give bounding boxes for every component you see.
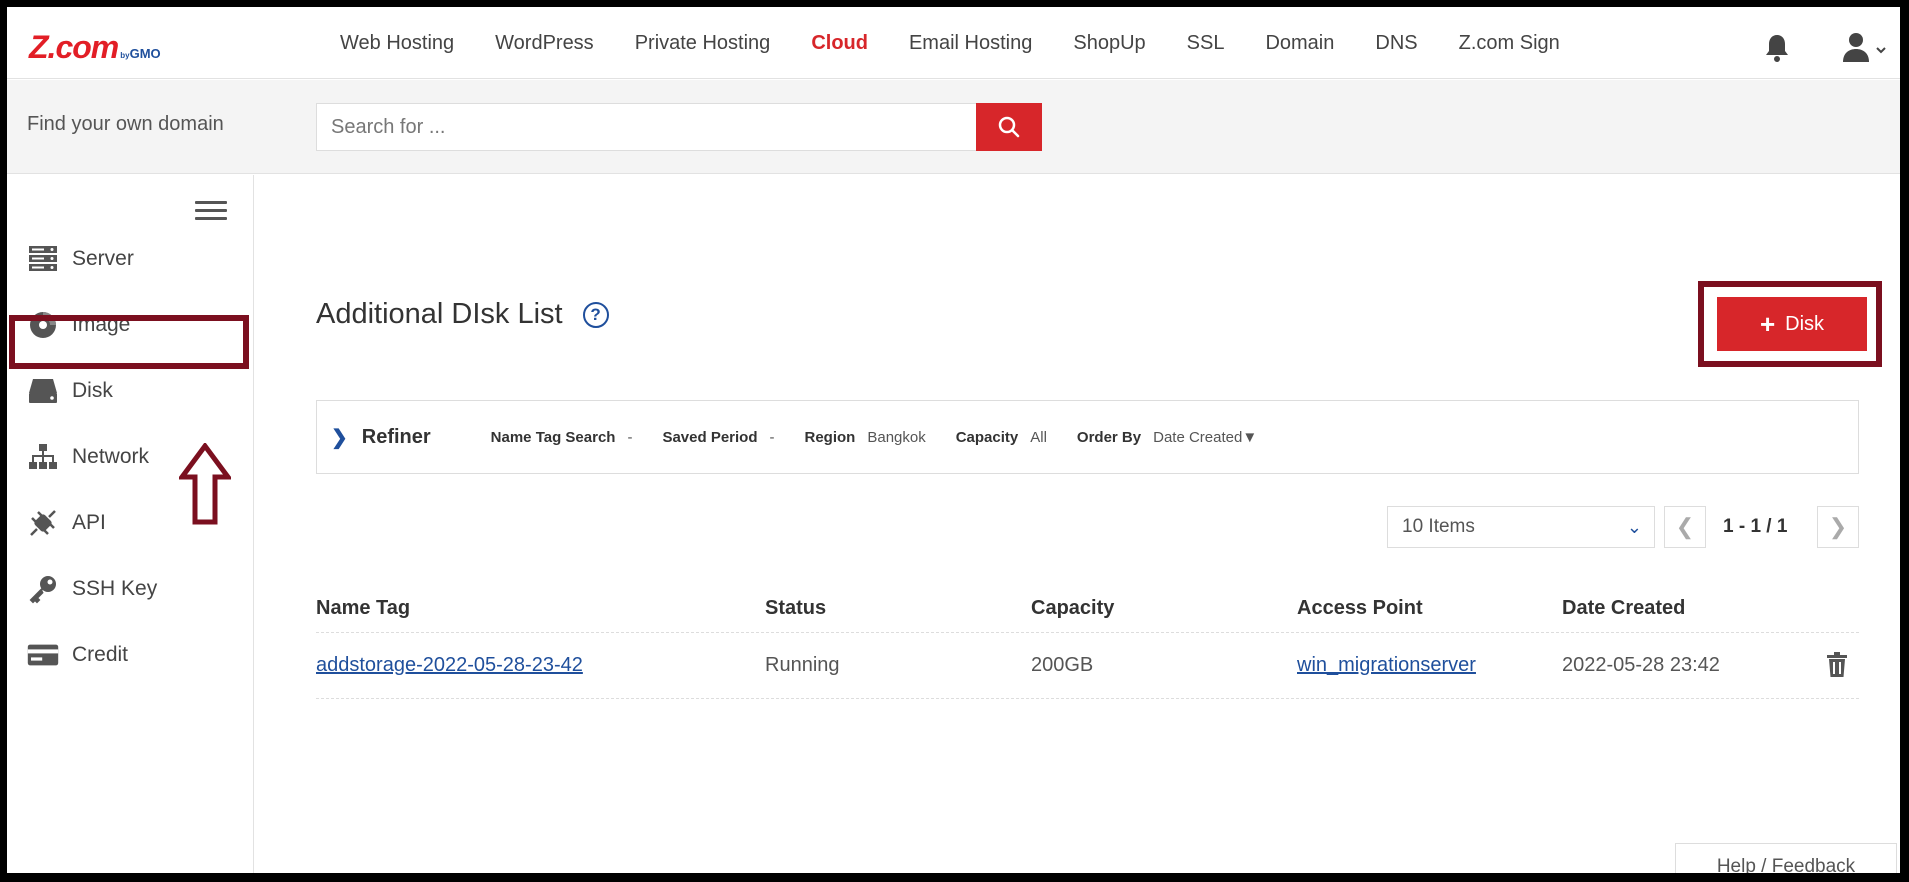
column-header: Name Tag [316,597,411,619]
sidebar-item-server[interactable]: Server [27,237,247,281]
disk-icon [27,376,59,406]
sidebar-item-label: Disk [72,379,113,402]
refiner-title: Refiner [361,425,431,448]
up-arrow-annotation-icon [179,443,231,525]
main-content: Additional DIsk List ? + Disk ❯ Refiner … [255,175,1900,873]
server-icon [27,244,59,274]
filter-value: Bangkok [867,428,926,446]
main-nav: Web Hosting WordPress Private Hosting Cl… [340,7,1601,79]
logo-text: Z.com [29,29,119,65]
nav-web-hosting[interactable]: Web Hosting [340,32,454,55]
nav-dns[interactable]: DNS [1375,32,1417,55]
chevron-right-icon[interactable]: ❯ [331,425,348,450]
sidebar-item-label: SSH Key [72,577,158,600]
capacity-cell: 200GB [1031,654,1094,676]
table-header: Name Tag Status Capacity Access Point Da… [316,585,1859,633]
help-feedback-button[interactable]: Help / Feedback [1675,843,1897,873]
name-tag-link[interactable]: addstorage-2022-05-28-23-42 [316,633,583,698]
column-header: Access Point [1297,597,1423,619]
filter-value: - [627,428,633,446]
filter-value: - [769,428,775,446]
filter-value: Date Created▼ [1153,428,1258,446]
logo-suffix: byGMO [120,46,161,61]
refiner-panel[interactable]: ❯ Refiner Name Tag Search - Saved Period… [316,400,1859,474]
table-row: addstorage-2022-05-28-23-42 Running 200G… [316,633,1859,699]
bell-icon[interactable] [1763,33,1791,63]
api-plug-icon [27,508,59,538]
help-question-icon[interactable]: ? [582,301,609,328]
sidebar-item-label: Credit [72,643,129,666]
nav-ssl[interactable]: SSL [1187,32,1225,55]
nav-shopup[interactable]: ShopUp [1073,32,1145,55]
nav-cloud[interactable]: Cloud [811,32,868,55]
nav-email-hosting[interactable]: Email Hosting [909,32,1032,55]
filter-key: Order By [1076,428,1142,446]
app-window: Z.com byGMO Web Hosting WordPress Private… [7,7,1900,873]
domain-search-bar: Find your own domain Search for ... [7,80,1900,174]
hamburger-menu-icon[interactable] [195,201,227,221]
domain-search-label: Find your own domain [27,113,224,135]
network-icon [27,442,59,472]
filter-key: Name Tag Search [490,428,616,446]
page-title-text: Additional DIsk List [316,298,563,330]
column-header: Date Created [1562,597,1686,619]
nav-zcom-sign[interactable]: Z.com Sign [1459,32,1560,55]
filter-key: Saved Period [662,428,758,446]
sidebar-item-credit[interactable]: Credit [27,633,247,677]
filter-key: Region [804,428,856,446]
trash-icon[interactable] [1826,652,1848,678]
add-disk-button[interactable]: + Disk [1717,297,1867,351]
filter-value: All [1030,428,1047,446]
column-header: Capacity [1031,597,1115,619]
nav-domain[interactable]: Domain [1265,32,1334,55]
next-page-button[interactable]: ❯ [1817,506,1859,548]
chevron-down-icon: ⌄ [1626,517,1642,537]
filter-key: Capacity [955,428,1019,446]
disk-table: Name Tag Status Capacity Access Point Da… [316,585,1859,699]
credit-card-icon [27,640,59,670]
pagination-range: 1 - 1 / 1 [1723,516,1788,537]
column-header: Status [765,597,827,619]
sidebar-item-label: Server [72,247,134,270]
add-disk-label: Disk [1785,312,1825,335]
domain-search-button[interactable] [976,103,1042,151]
date-created-cell: 2022-05-28 23:42 [1562,654,1720,676]
sidebar-item-label: API [72,511,106,534]
domain-search-input[interactable]: Search for ... [316,103,982,151]
plus-icon: + [1759,308,1776,339]
sidebar-item-label: Network [72,445,150,468]
sidebar-item-disk[interactable]: Disk [27,369,247,413]
top-header: Z.com byGMO Web Hosting WordPress Private… [7,7,1900,79]
prev-page-button[interactable]: ❮ [1664,506,1706,548]
zcom-logo[interactable]: Z.com byGMO [29,29,161,66]
disk-annotation-box [9,315,249,369]
nav-wordpress[interactable]: WordPress [495,32,594,55]
search-icon [998,116,1020,138]
access-point-link[interactable]: win_migrationserver [1297,633,1476,698]
page-size-value: 10 Items [1402,516,1475,537]
page-size-select[interactable]: 10 Items ⌄ [1387,506,1655,548]
nav-private-hosting[interactable]: Private Hosting [635,32,771,55]
status-cell: Running [765,654,840,676]
user-account-icon[interactable] [1842,31,1888,63]
sidebar-item-ssh-key[interactable]: SSH Key [27,567,247,611]
key-icon [27,574,59,604]
page-title: Additional DIsk List ? [316,298,609,331]
